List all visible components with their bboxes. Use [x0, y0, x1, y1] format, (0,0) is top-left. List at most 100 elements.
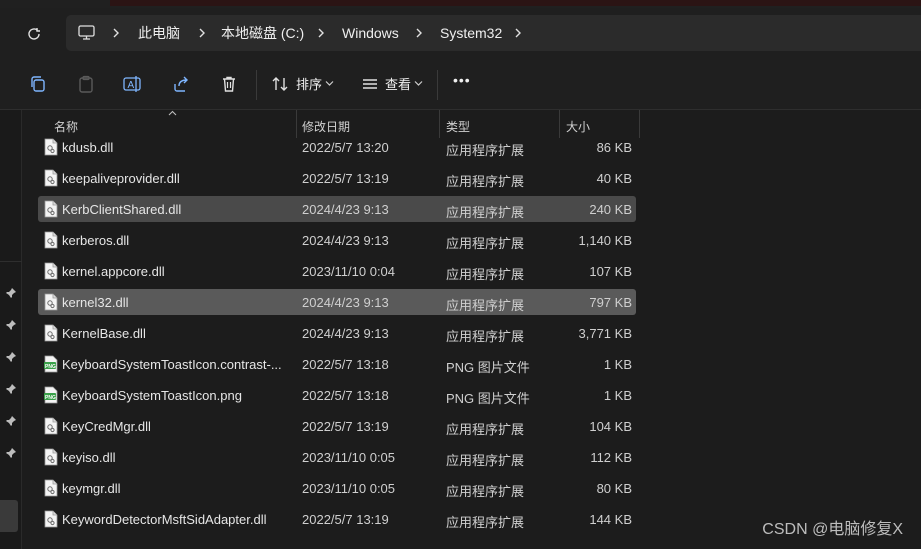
refresh-button[interactable]	[22, 22, 46, 46]
dll-file-icon	[44, 479, 58, 497]
dll-file-icon	[44, 510, 58, 528]
title-strip	[0, 0, 921, 8]
file-name: KeyboardSystemToastIcon.png	[62, 388, 242, 403]
column-date[interactable]: 修改日期	[302, 118, 350, 135]
file-row[interactable]: KeywordDetectorMsftSidAdapter.dll 2022/5/…	[38, 506, 636, 532]
pin-icon[interactable]	[5, 287, 17, 299]
nav-selected-item[interactable]	[0, 500, 18, 532]
refresh-icon	[28, 28, 40, 40]
file-size: 144 KB	[589, 512, 632, 527]
file-row[interactable]: KernelBase.dll 2024/4/23 9:13 应用程序扩展 3,771 …	[38, 320, 636, 346]
file-size: 112 KB	[590, 450, 632, 465]
file-date: 2022/5/7 13:18	[302, 357, 389, 372]
file-date: 2023/11/10 0:05	[302, 450, 396, 465]
file-row[interactable]: kernel.appcore.dll 2023/11/10 0:04 应用程序扩展 1…	[38, 258, 636, 284]
column-size[interactable]: 大小	[566, 118, 590, 135]
file-name: KeyCredMgr.dll	[62, 419, 151, 434]
paste-button[interactable]	[72, 70, 100, 98]
file-name: KeywordDetectorMsftSidAdapter.dll	[62, 512, 267, 527]
pin-icon[interactable]	[5, 415, 17, 427]
file-date: 2023/11/10 0:05	[302, 481, 396, 496]
chevron-right-icon[interactable]	[512, 27, 524, 39]
pin-icon[interactable]	[5, 319, 17, 331]
column-type[interactable]: 类型	[446, 118, 470, 135]
file-date: 2022/5/7 13:19	[302, 171, 389, 186]
png-file-icon: PNG	[44, 355, 58, 373]
file-type: 应用程序扩展	[446, 143, 525, 158]
navigation-pane	[0, 110, 22, 549]
file-row[interactable]: kernel32.dll 2024/4/23 9:13 应用程序扩展 797 KB	[38, 289, 636, 315]
file-date: 2024/4/23 9:13	[302, 202, 389, 217]
toolbar-divider	[256, 70, 257, 100]
file-row[interactable]: PNG KeyboardSystemToastIcon.contrast-... 2…	[38, 351, 636, 377]
file-name: keepaliveprovider.dll	[62, 171, 180, 186]
file-row[interactable]: kdusb.dll 2022/5/7 13:20 应用程序扩展 86 KB	[38, 134, 636, 160]
svg-text:A: A	[128, 80, 135, 91]
copy-button[interactable]	[24, 70, 52, 98]
file-name: kernel32.dll	[62, 295, 129, 310]
pin-icon[interactable]	[5, 351, 17, 363]
nav-divider	[0, 261, 22, 262]
file-row[interactable]: PNG KeyboardSystemToastIcon.png 2022/5/7 1…	[38, 382, 636, 408]
sort-ascending-icon	[168, 110, 177, 116]
file-name: KeyboardSystemToastIcon.contrast-...	[62, 357, 282, 372]
chevron-down-icon[interactable]	[414, 80, 423, 87]
file-row[interactable]: keyiso.dll 2023/11/10 0:05 应用程序扩展 112 KB	[38, 444, 636, 470]
file-size: 107 KB	[589, 264, 632, 279]
sort-icon-wrap[interactable]	[266, 70, 294, 98]
view-button[interactable]: 查看	[385, 74, 411, 93]
file-type: 应用程序扩展	[446, 298, 525, 313]
file-name: kernel.appcore.dll	[62, 264, 165, 279]
file-name: kerberos.dll	[62, 233, 130, 248]
file-name: KerbClientShared.dll	[62, 202, 182, 217]
computer-icon	[78, 25, 95, 40]
file-row[interactable]: keymgr.dll 2023/11/10 0:05 应用程序扩展 80 KB	[38, 475, 636, 501]
file-row[interactable]: KerbClientShared.dll 2024/4/23 9:13 应用程序扩展…	[38, 196, 636, 222]
rename-icon: A	[123, 76, 141, 92]
column-divider[interactable]	[639, 110, 640, 138]
delete-button[interactable]	[215, 70, 243, 98]
file-row[interactable]: keepaliveprovider.dll 2022/5/7 13:19 应用程序扩…	[38, 165, 636, 191]
sort-button[interactable]: 排序	[296, 74, 322, 93]
breadcrumb-system32[interactable]: System32	[440, 15, 502, 51]
dll-file-icon	[44, 448, 58, 466]
breadcrumb-this-pc[interactable]: 此电脑	[138, 15, 180, 51]
share-button[interactable]	[167, 70, 195, 98]
dll-file-icon	[44, 138, 58, 156]
column-name[interactable]: 名称	[54, 118, 78, 135]
pin-icon[interactable]	[5, 383, 17, 395]
chevron-right-icon[interactable]	[413, 27, 425, 39]
file-row[interactable]: kerberos.dll 2024/4/23 9:13 应用程序扩展 1,140 KB	[38, 227, 636, 253]
copy-icon	[31, 76, 45, 92]
file-name: keyiso.dll	[62, 450, 116, 465]
chevron-right-icon[interactable]	[315, 27, 327, 39]
file-list: 名称 修改日期 类型 大小 kdusb.dll 2022/5/7 13:20 应用程…	[22, 110, 921, 549]
dll-file-icon	[44, 417, 58, 435]
file-type: 应用程序扩展	[446, 453, 525, 468]
file-size: 80 KB	[596, 481, 632, 496]
file-type: 应用程序扩展	[446, 515, 525, 530]
chevron-down-icon[interactable]	[325, 80, 334, 87]
rename-button[interactable]: A	[119, 70, 147, 98]
pin-icon[interactable]	[5, 447, 17, 459]
file-row[interactable]: KeyCredMgr.dll 2022/5/7 13:19 应用程序扩展 104 KB	[38, 413, 636, 439]
breadcrumb-windows[interactable]: Windows	[342, 15, 399, 51]
view-icon-wrap[interactable]	[356, 70, 384, 98]
file-size: 797 KB	[589, 295, 632, 310]
file-size: 104 KB	[589, 419, 632, 434]
chevron-right-icon[interactable]	[196, 27, 208, 39]
address-bar[interactable]: 此电脑 本地磁盘 (C:) Windows System32	[66, 15, 921, 51]
breadcrumb-local-disk[interactable]: 本地磁盘 (C:)	[221, 15, 304, 51]
file-date: 2022/5/7 13:19	[302, 419, 389, 434]
file-date: 2023/11/10 0:04	[302, 264, 396, 279]
file-type: 应用程序扩展	[446, 267, 525, 282]
more-options-button[interactable]: •••	[453, 72, 471, 88]
dll-file-icon	[44, 200, 58, 218]
file-size: 240 KB	[589, 202, 632, 217]
file-date: 2022/5/7 13:18	[302, 388, 389, 403]
file-type: 应用程序扩展	[446, 236, 525, 251]
command-bar: A 排序 查看 •••	[0, 58, 921, 110]
file-date: 2024/4/23 9:13	[302, 326, 389, 341]
file-size: 40 KB	[596, 171, 632, 186]
file-type: 应用程序扩展	[446, 174, 525, 189]
